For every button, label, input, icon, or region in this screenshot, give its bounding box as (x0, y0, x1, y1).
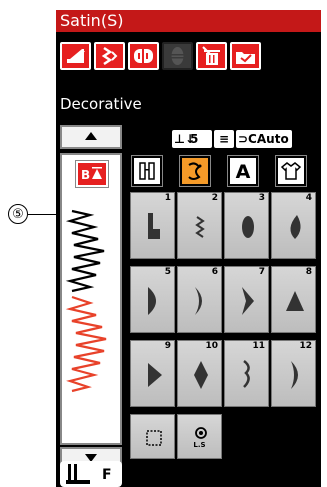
pattern-number: 10 (205, 341, 218, 351)
mode-label: Decorative (60, 95, 142, 113)
stitch-preview: B (60, 153, 122, 445)
delete-button[interactable] (196, 42, 227, 70)
lock-stitch-label: L.S (193, 441, 206, 449)
pattern-edit-icon (101, 46, 118, 66)
back-to-top-icon: B (81, 167, 102, 182)
half-moon-pattern-icon (148, 287, 156, 315)
crescent-pattern-icon (195, 287, 202, 315)
stitch-length-icon: + (67, 47, 86, 63)
elongation-icon (171, 47, 184, 65)
stitch-preview-image (65, 209, 107, 393)
pattern-number: 1 (164, 193, 171, 203)
pattern-number: 12 (299, 341, 312, 351)
presser-foot-button[interactable]: F (60, 461, 122, 487)
frame-button[interactable] (130, 414, 175, 481)
quilt-shirt-category-button[interactable] (275, 155, 307, 187)
leaf-pattern-icon (290, 215, 301, 239)
decorative-icon (188, 162, 202, 180)
pattern-number: 8 (305, 267, 312, 277)
pattern-number: 7 (258, 267, 265, 277)
pattern-button-5[interactable]: 5 (130, 266, 175, 333)
foot-type-label: F (102, 467, 112, 483)
pattern-number: 2 (211, 193, 218, 203)
pattern-number: 9 (164, 341, 171, 351)
pattern-button-6[interactable]: 6 (177, 266, 222, 333)
chevron-pattern-icon (242, 287, 254, 315)
pattern-number: 3 (258, 193, 265, 203)
presser-pressure-indicator: ⊥↓5 (172, 130, 212, 148)
svg-text:B: B (81, 168, 90, 182)
pattern-number: 11 (252, 341, 265, 351)
pattern-button-1[interactable]: 1 (130, 192, 175, 259)
lettering-icon: A (236, 161, 251, 183)
pattern-button-12[interactable]: 12 (271, 340, 316, 407)
frame-icon (146, 430, 162, 446)
pattern-button-9[interactable]: 9 (130, 340, 175, 407)
wave-pattern-icon (243, 360, 250, 388)
pattern-button-2[interactable]: 2 (177, 192, 222, 259)
pattern-button-4[interactable]: 4 (271, 192, 316, 259)
back-to-top-button[interactable]: B (75, 160, 109, 188)
callout-line (28, 214, 58, 215)
utility-icon (139, 162, 155, 180)
diamond-pattern-icon (194, 361, 208, 389)
presser-value: 5 (190, 132, 199, 146)
pattern-button-7[interactable]: 7 (224, 266, 269, 333)
sidebar: B F (60, 125, 122, 487)
zigzag-pattern-icon (195, 216, 205, 238)
svg-text:A: A (236, 161, 251, 183)
step-pattern-icon (148, 213, 160, 239)
presser-foot-icon (66, 464, 90, 484)
quilt-shirt-icon (280, 162, 302, 180)
triangle-pattern-icon (286, 291, 304, 311)
elongation-button[interactable] (162, 42, 193, 70)
mirror-icon (134, 49, 153, 63)
utility-category-button[interactable] (131, 155, 163, 187)
lock-stitch-button[interactable]: L.S (177, 414, 222, 481)
scroll-up-button[interactable] (60, 125, 122, 149)
crescent-right-pattern-icon (291, 361, 298, 389)
pattern-button-8[interactable]: 8 (271, 266, 316, 333)
lettering-category-button[interactable]: A (227, 155, 259, 187)
delete-icon (202, 46, 220, 65)
auto-label: Auto (256, 132, 289, 146)
open-folder-button[interactable] (230, 42, 261, 70)
feed-dog-indicator: ≡ (214, 130, 234, 148)
tension-icon: ⊃C (238, 132, 257, 146)
title-bar: Satin(S) (56, 10, 321, 32)
pattern-edit-button[interactable] (94, 42, 125, 70)
stitch-length-button[interactable]: + (60, 42, 91, 70)
open-folder-icon (236, 52, 255, 64)
lcd-screen: Satin(S) + Decorative ⊥↓5 ≡ ⊃CAuto A B F… (56, 10, 321, 487)
callout-number: ⑤ (8, 204, 28, 224)
pattern-button-10[interactable]: 10 (177, 340, 222, 407)
pattern-number: 5 (164, 267, 171, 277)
pattern-button-11[interactable]: 11 (224, 340, 269, 407)
svg-text:+: + (79, 47, 86, 56)
pattern-number: 6 (211, 267, 218, 277)
presser-foot-icon: ⊥↓ (174, 132, 196, 146)
up-arrow-icon (85, 132, 97, 140)
auto-thread-tension-indicator: ⊃CAuto (236, 130, 292, 148)
pattern-number: 4 (305, 193, 312, 203)
feed-dog-icon: ≡ (218, 132, 230, 146)
pattern-button-3[interactable]: 3 (224, 192, 269, 259)
stitch-pattern-grid: 1 2 3 4 5 6 7 8 9 10 11 12 L.S (130, 192, 318, 482)
decorative-category-button[interactable] (179, 155, 211, 187)
oval-pattern-icon (242, 216, 254, 238)
mirror-button[interactable] (128, 42, 159, 70)
arrow-pattern-icon (148, 363, 162, 387)
